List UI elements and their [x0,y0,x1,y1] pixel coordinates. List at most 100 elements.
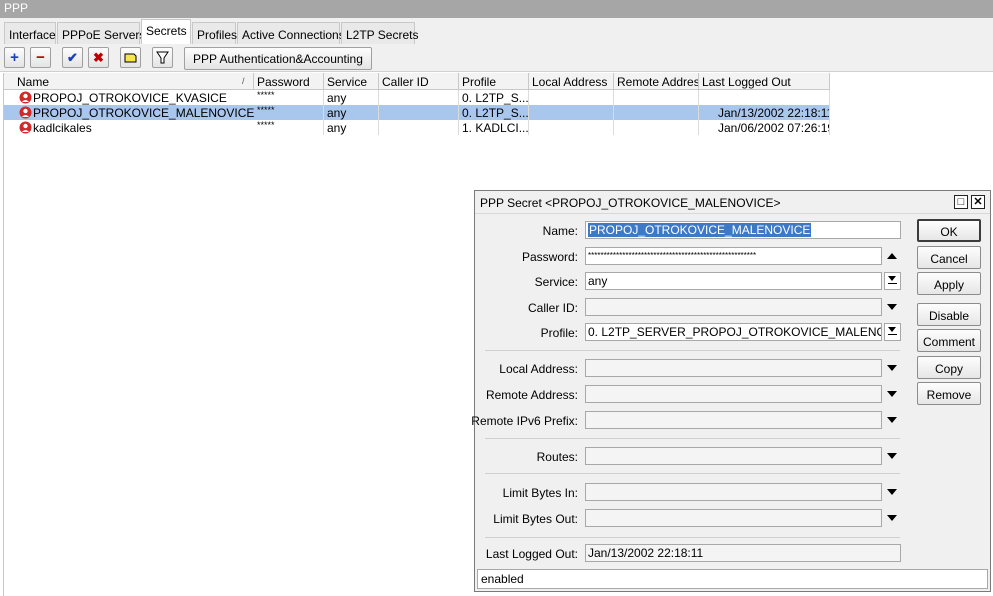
remote-ipv6-prefix-field[interactable] [585,411,882,429]
comment-button[interactable]: Comment [917,329,981,352]
local-address-field[interactable] [585,359,882,377]
col-profile[interactable]: Profile [459,73,529,90]
cell-password: ***** [254,120,324,135]
ppp-auth-accounting-button[interactable]: PPP Authentication&Accounting [184,47,372,70]
name-field[interactable]: PROPOJ_OTROKOVICE_MALENOVICE [585,221,901,239]
add-button[interactable]: + [4,47,25,68]
cell-remote-address [614,105,699,120]
cell-caller-id [379,120,459,135]
col-password[interactable]: Password [254,73,324,90]
service-dropdown-button[interactable] [884,272,901,290]
cell-last-logged-out: Jan/13/2002 22:18:11 [699,105,830,120]
profile-dropdown-button[interactable] [884,323,901,341]
disable-button[interactable]: Disable [917,303,981,326]
profile-select[interactable]: 0. L2TP_SERVER_PROPOJ_OTROKOVICE_MALENOV… [585,323,882,341]
cell-name: PROPOJ_OTROKOVICE_KVASICE [33,91,227,105]
tab-pppoe-servers[interactable]: PPPoE Servers [57,22,145,44]
dropdown-arrow-icon[interactable] [887,453,897,459]
dropdown-arrow-icon[interactable] [887,391,897,397]
cell-last-logged-out [699,90,830,105]
col-last-logged-out[interactable]: Last Logged Out [699,73,830,90]
caller-id-field[interactable] [585,298,882,316]
cell-service: any [324,90,379,105]
cell-remote-address [614,90,699,105]
sort-icon: / [242,76,245,86]
apply-button[interactable]: Apply [917,272,981,295]
table-row[interactable]: PROPOJ_OTROKOVICE_MALENOVICE ***** any 0… [4,105,830,120]
cell-name: kadlcikales [33,121,92,135]
routes-field[interactable] [585,447,882,465]
status-bar: enabled [477,569,988,589]
cell-profile: 0. L2TP_S... [459,90,529,105]
tab-l2tp-secrets[interactable]: L2TP Secrets [341,22,418,44]
remove-button[interactable]: − [30,47,51,68]
ppp-secret-dialog: PPP Secret <PROPOJ_OTROKOVICE_MALENOVICE… [471,190,991,592]
tab-active-connections[interactable]: Active Connections [237,22,345,44]
tab-secrets[interactable]: Secrets [141,19,191,45]
cell-name: PROPOJ_OTROKOVICE_MALENOVICE [33,106,254,120]
col-remote-address[interactable]: Remote Address [614,73,699,90]
comment-icon [124,53,137,63]
comment-button[interactable] [120,47,141,68]
dropdown-icon [888,327,896,332]
divider [485,350,900,351]
cell-service: any [324,120,379,135]
tab-profiles[interactable]: Profiles [192,22,237,44]
limit-bytes-in-field[interactable] [585,483,882,501]
remote-ipv6-prefix-label: Remote IPv6 Prefix: [471,414,578,428]
limit-bytes-out-field[interactable] [585,509,882,527]
ok-button[interactable]: OK [917,219,981,242]
service-select[interactable]: any [585,272,882,290]
cell-caller-id [379,90,459,105]
local-address-label: Local Address: [499,362,578,376]
divider [485,473,900,474]
cell-local-address [529,105,614,120]
cell-password: ***** [254,90,324,105]
collapse-arrow-icon[interactable] [887,253,897,259]
dropdown-arrow-icon[interactable] [887,515,897,521]
maximize-button[interactable]: □ [954,195,968,209]
caller-id-label: Caller ID: [527,301,578,315]
cancel-button[interactable]: Cancel [917,246,981,269]
service-label: Service: [534,275,578,289]
dropdown-arrow-icon[interactable] [887,489,897,495]
cell-last-logged-out: Jan/06/2002 07:26:19 [699,120,830,135]
cell-local-address [529,120,614,135]
routes-label: Routes: [536,450,578,464]
close-button[interactable]: ✕ [971,195,985,209]
dropdown-arrow-icon[interactable] [887,304,897,310]
col-service[interactable]: Service [324,73,379,90]
password-field[interactable]: ****************************************… [585,247,882,265]
col-name[interactable]: Name [14,73,254,90]
table-header: Name / Password Service Caller ID Profil… [4,73,830,90]
dialog-title: PPP Secret <PROPOJ_OTROKOVICE_MALENOVICE… [475,191,990,214]
limit-bytes-out-label: Limit Bytes Out: [493,512,578,526]
col-local-address[interactable]: Local Address [529,73,614,90]
col-caller-id[interactable]: Caller ID [379,73,459,90]
dropdown-arrow-icon[interactable] [887,365,897,371]
divider [485,438,900,439]
name-label: Name: [542,224,578,238]
table-row[interactable]: kadlcikales ***** any 1. KADLCI... Jan/0… [4,120,830,135]
password-label: Password: [521,250,578,264]
cell-local-address [529,90,614,105]
limit-bytes-in-label: Limit Bytes In: [502,486,578,500]
copy-button[interactable]: Copy [917,356,981,379]
remote-address-field[interactable] [585,385,882,403]
remove-button[interactable]: Remove [917,382,981,405]
tab-bar: Interface PPPoE Servers Secrets Profiles… [0,18,993,45]
cross-icon: ✖ [93,50,104,65]
disable-button[interactable]: ✖ [88,47,109,68]
last-logged-out-label: Last Logged Out: [485,547,578,561]
tab-interface[interactable]: Interface [4,22,56,44]
dropdown-arrow-icon[interactable] [887,417,897,423]
table-row[interactable]: PROPOJ_OTROKOVICE_KVASICE ***** any 0. L… [4,90,830,105]
minus-icon: − [36,49,45,66]
name-value: PROPOJ_OTROKOVICE_MALENOVICE [588,223,812,237]
plus-icon: + [10,49,19,66]
filter-button[interactable] [152,47,173,68]
cell-password: ***** [254,105,324,120]
toolbar: + − ✔ ✖ PPP Authentication&Accounting [0,44,993,72]
enable-button[interactable]: ✔ [62,47,83,68]
filter-icon [156,51,169,64]
